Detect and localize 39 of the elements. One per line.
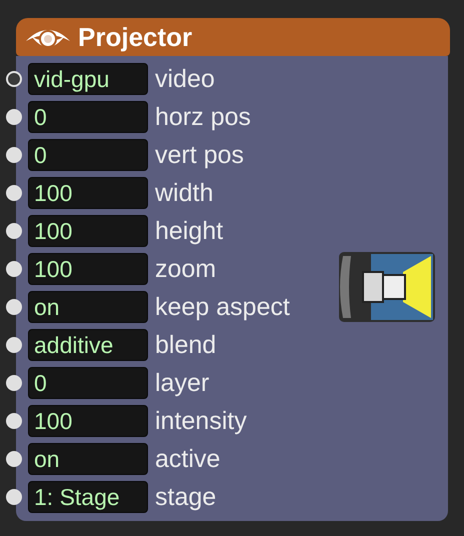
input-label: width xyxy=(155,180,214,206)
input-port[interactable] xyxy=(6,375,22,391)
value-field[interactable]: on xyxy=(28,291,148,323)
value-field[interactable]: additive xyxy=(28,329,148,361)
input-label: zoom xyxy=(155,256,216,282)
value-field[interactable]: 100 xyxy=(28,405,148,437)
value-field[interactable]: 0 xyxy=(28,101,148,133)
value-field[interactable]: 0 xyxy=(28,367,148,399)
input-port[interactable] xyxy=(6,71,22,87)
actor-title: Projector xyxy=(78,24,192,50)
value-field[interactable]: 1: Stage xyxy=(28,481,148,513)
value-field[interactable]: on xyxy=(28,443,148,475)
input-label: stage xyxy=(155,484,216,510)
value-field[interactable]: vid-gpu xyxy=(28,63,148,95)
input-port[interactable] xyxy=(6,413,22,429)
value-field[interactable]: 100 xyxy=(28,177,148,209)
input-label: video xyxy=(155,66,215,92)
input-port[interactable] xyxy=(6,337,22,353)
input-label: layer xyxy=(155,370,210,396)
input-port[interactable] xyxy=(6,109,22,125)
input-port[interactable] xyxy=(6,147,22,163)
input-label: vert pos xyxy=(155,142,244,168)
projector-icon xyxy=(337,250,437,324)
input-port[interactable] xyxy=(6,261,22,277)
value-field[interactable]: 100 xyxy=(28,215,148,247)
value-field[interactable]: 100 xyxy=(28,253,148,285)
input-port[interactable] xyxy=(6,489,22,505)
input-port[interactable] xyxy=(6,185,22,201)
input-label: height xyxy=(155,218,224,244)
input-label: keep aspect xyxy=(155,294,290,320)
input-port[interactable] xyxy=(6,223,22,239)
actor-header[interactable]: Projector xyxy=(16,18,450,56)
input-label: blend xyxy=(155,332,216,358)
input-port[interactable] xyxy=(6,451,22,467)
input-label: intensity xyxy=(155,408,247,434)
value-field[interactable]: 0 xyxy=(28,139,148,171)
input-port[interactable] xyxy=(6,299,22,315)
input-label: active xyxy=(155,446,220,472)
input-label: horz pos xyxy=(155,104,251,130)
